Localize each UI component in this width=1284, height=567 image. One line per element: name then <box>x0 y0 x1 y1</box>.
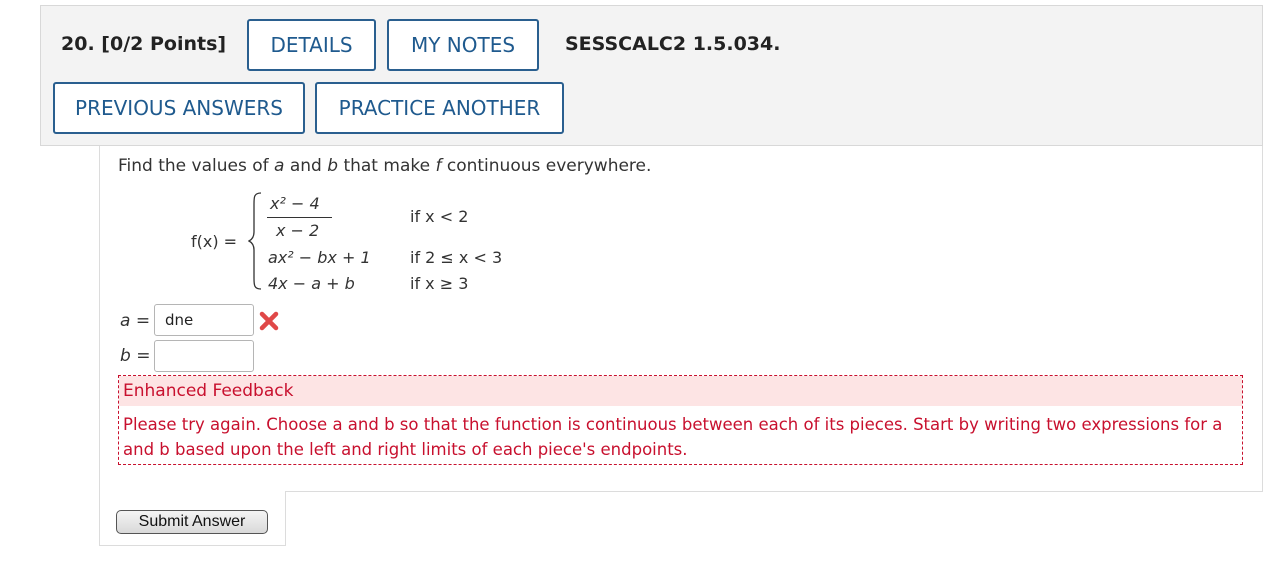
b-answer-input[interactable] <box>154 340 254 372</box>
piece1-denominator: x − 2 <box>276 221 320 240</box>
piece3-expression: 4x − a + b <box>268 274 355 293</box>
left-brace <box>248 192 262 290</box>
x-mark-icon <box>259 311 279 331</box>
submit-answer-button[interactable]: Submit Answer <box>116 510 268 534</box>
a-answer-input[interactable] <box>154 304 254 336</box>
fraction-bar <box>267 217 332 218</box>
question-code: SESSCALC2 1.5.034. <box>565 33 781 55</box>
a-label: a = <box>120 311 151 331</box>
piece1-numerator: x² − 4 <box>270 194 320 213</box>
piece3-condition: if x ≥ 3 <box>410 274 469 293</box>
question-number: 20. <box>61 33 95 55</box>
enhanced-feedback: Enhanced Feedback Please try again. Choo… <box>118 375 1243 465</box>
piece2-condition: if 2 ≤ x < 3 <box>410 248 503 267</box>
question-prompt: Find the values of a and b that make f c… <box>118 156 652 176</box>
previous-answers-button[interactable]: PREVIOUS ANSWERS <box>53 82 305 134</box>
function-lhs: f(x) = <box>191 232 238 251</box>
feedback-title: Enhanced Feedback <box>119 376 1242 406</box>
question-points: [0/2 Points] <box>101 33 227 55</box>
b-label: b = <box>120 346 151 366</box>
my-notes-button[interactable]: MY NOTES <box>387 19 539 71</box>
piece1-condition: if x < 2 <box>410 207 469 226</box>
practice-another-button[interactable]: PRACTICE ANOTHER <box>315 82 564 134</box>
question-title: 20. [0/2 Points] <box>61 33 226 55</box>
details-button[interactable]: DETAILS <box>247 19 376 71</box>
piece2-expression: ax² − bx + 1 <box>268 248 371 267</box>
feedback-message: Please try again. Choose a and b so that… <box>123 415 1223 459</box>
